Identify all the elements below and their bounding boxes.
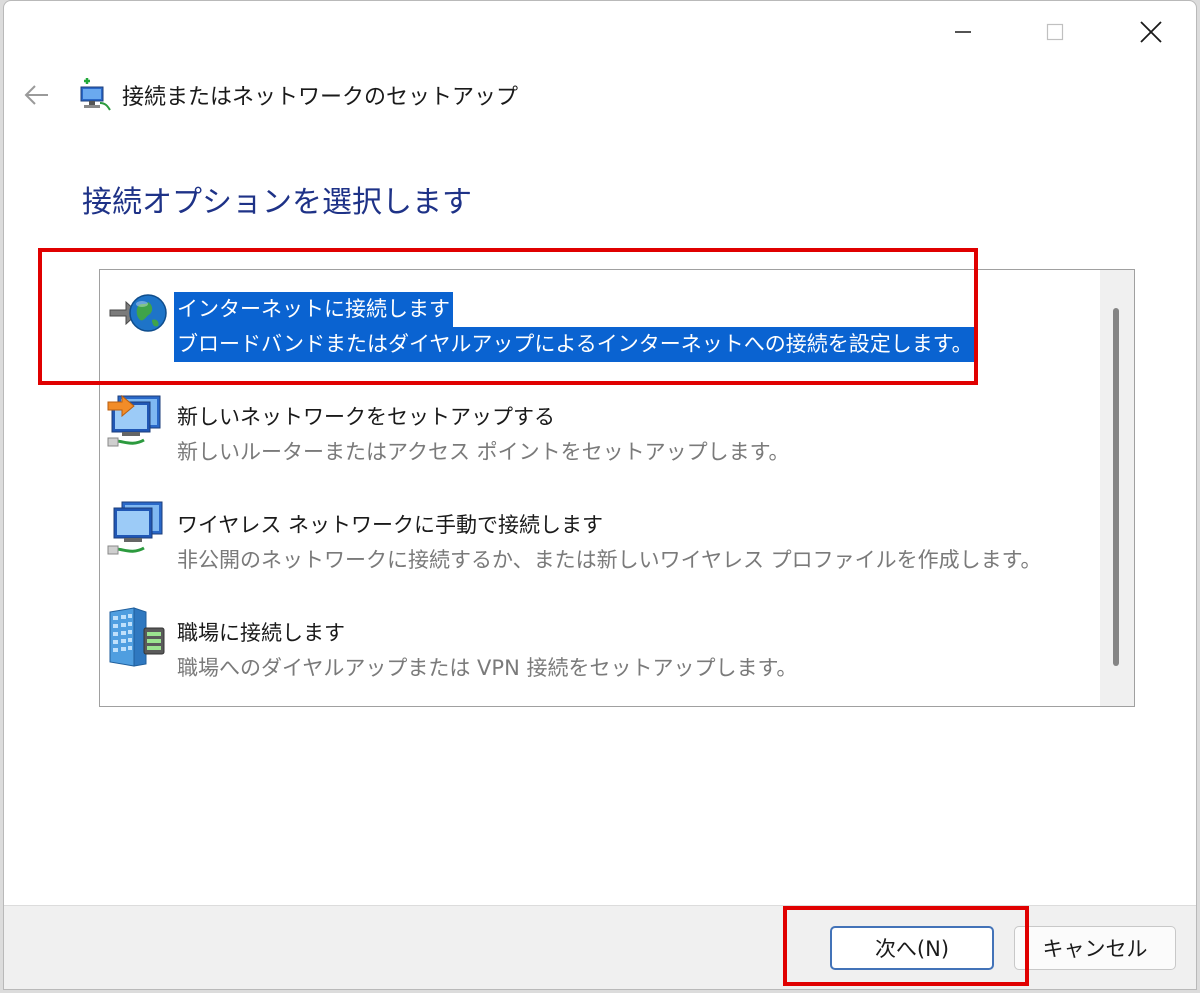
- maximize-icon: [1046, 23, 1064, 41]
- maximize-button[interactable]: [1032, 9, 1078, 55]
- option-wireless-manual[interactable]: ワイヤレス ネットワークに手動で接続します 非公開のネットワークに接続するか、ま…: [100, 486, 1090, 590]
- close-button[interactable]: [1128, 9, 1174, 55]
- list-scrollbar[interactable]: [1100, 270, 1134, 706]
- minimize-icon: [955, 31, 971, 33]
- back-button[interactable]: [16, 75, 56, 115]
- workplace-building-icon: [109, 607, 165, 667]
- cancel-button[interactable]: キャンセル: [1014, 926, 1176, 970]
- option-description: 職場へのダイヤルアップまたは VPN 接続をセットアップします。: [177, 656, 798, 680]
- option-connect-workplace[interactable]: 職場に接続します 職場へのダイヤルアップまたは VPN 接続をセットアップします…: [100, 594, 1090, 698]
- option-description: 非公開のネットワークに接続するか、または新しいワイヤレス プロファイルを作成しま…: [177, 548, 1042, 572]
- window-title: 接続またはネットワークのセットアップ: [122, 85, 519, 110]
- connection-options-list[interactable]: インターネットに接続します ブロードバンドまたはダイヤルアップによるインターネッ…: [99, 269, 1135, 707]
- wizard-footer: 次へ(N) キャンセル: [4, 905, 1196, 989]
- option-title: インターネットに接続します: [174, 292, 453, 327]
- close-icon: [1140, 21, 1162, 43]
- option-title: 職場に接続します: [177, 621, 345, 645]
- setup-wizard-window: 接続またはネットワークのセットアップ 接続オプションを選択します インターネット…: [3, 0, 1197, 990]
- scrollbar-thumb[interactable]: [1113, 308, 1119, 666]
- page-heading: 接続オプションを選択します: [82, 185, 472, 220]
- option-setup-new-network[interactable]: 新しいネットワークをセットアップする 新しいルーターまたはアクセス ポイントをセ…: [100, 378, 1090, 482]
- minimize-button[interactable]: [940, 9, 986, 55]
- wireless-network-icon: [107, 501, 163, 555]
- network-wizard-icon: [80, 78, 111, 111]
- next-button[interactable]: 次へ(N): [830, 926, 994, 970]
- option-title: ワイヤレス ネットワークに手動で接続します: [177, 513, 604, 537]
- option-title: 新しいネットワークをセットアップする: [177, 405, 555, 429]
- back-arrow-icon: [24, 85, 48, 105]
- option-description: 新しいルーターまたはアクセス ポイントをセットアップします。: [177, 440, 790, 464]
- network-setup-icon: [107, 394, 161, 447]
- option-connect-internet[interactable]: インターネットに接続します ブロードバンドまたはダイヤルアップによるインターネッ…: [100, 270, 1090, 374]
- globe-connection-icon: [109, 294, 167, 332]
- option-description: ブロードバンドまたはダイヤルアップによるインターネットへの接続を設定します。: [174, 327, 977, 362]
